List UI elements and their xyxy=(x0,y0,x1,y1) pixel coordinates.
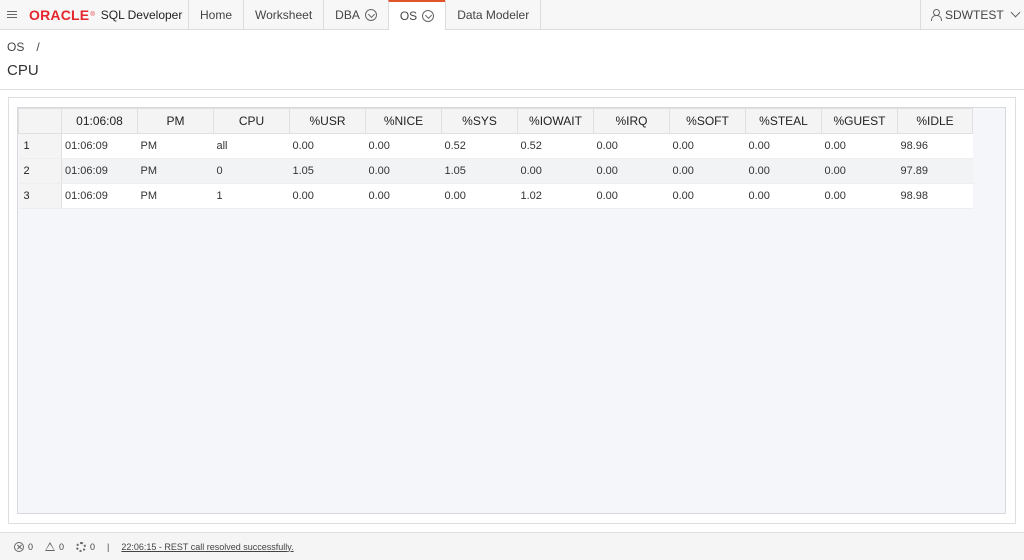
tab-label: DBA xyxy=(335,7,360,22)
chevron-down-circle-icon xyxy=(422,10,435,22)
column-header[interactable]: %IRQ xyxy=(593,108,670,134)
table-cell[interactable]: 0.00 xyxy=(669,133,746,159)
tab-worksheet[interactable]: Worksheet xyxy=(243,0,324,29)
table-cell[interactable]: PM xyxy=(137,133,214,159)
chevron-down-icon xyxy=(1010,7,1021,18)
status-message-link[interactable]: 22:06:15 - REST call resolved successful… xyxy=(121,542,293,552)
tab-data-modeler[interactable]: Data Modeler xyxy=(445,0,542,29)
column-header[interactable]: PM xyxy=(137,108,214,134)
table-cell[interactable]: 0.00 xyxy=(669,183,746,209)
tab-label: OS xyxy=(399,9,418,23)
tab-dba[interactable]: DBA xyxy=(323,0,388,29)
table-cell[interactable]: 0.00 xyxy=(821,183,898,209)
table-cell[interactable]: PM xyxy=(137,158,214,184)
table-cell[interactable]: 0.00 xyxy=(517,158,594,184)
hamburger-menu-icon[interactable] xyxy=(7,11,17,19)
table-cell[interactable]: 0.00 xyxy=(365,158,442,184)
breadcrumb-separator: / xyxy=(36,40,40,54)
table-cell[interactable]: PM xyxy=(137,183,214,209)
column-header[interactable]: %USR xyxy=(289,108,366,134)
brand-name: ORACLE xyxy=(29,7,90,23)
breadcrumb: OS / xyxy=(7,40,40,54)
column-header[interactable]: %IDLE xyxy=(897,108,973,134)
table-cell[interactable]: 0.00 xyxy=(365,133,442,159)
task-count: 0 xyxy=(90,541,96,552)
table-cell[interactable]: 01:06:09 xyxy=(61,158,138,184)
table-cell[interactable]: 0.00 xyxy=(365,183,442,209)
top-navigation-bar: ORACLE ® SQL Developer Home Worksheet DBA… xyxy=(0,0,1024,30)
table-cell[interactable]: 1.05 xyxy=(441,158,518,184)
table-cell[interactable]: all xyxy=(213,133,290,159)
table-row[interactable]: 3 01:06:09 PM 1 0.00 0.00 0.00 1.02 0.00… xyxy=(18,183,973,209)
registered-mark: ® xyxy=(90,12,95,18)
header-row: 01:06:08 PM CPU %USR %NICE %SYS %IOWAIT … xyxy=(18,108,973,134)
tab-label: Data Modeler xyxy=(457,7,530,22)
table-cell[interactable]: 98.98 xyxy=(897,183,973,209)
username: SDWTEST xyxy=(945,7,1004,22)
column-header[interactable]: 01:06:08 xyxy=(61,108,138,134)
tab-os[interactable]: OS xyxy=(387,0,446,30)
tab-label: Home xyxy=(200,7,233,22)
column-header[interactable]: %STEAL xyxy=(745,108,822,134)
oracle-logo[interactable]: ORACLE ® SQL Developer xyxy=(29,6,182,24)
column-header[interactable]: %SOFT xyxy=(669,108,746,134)
table-cell[interactable]: 0.00 xyxy=(593,183,670,209)
table-cell[interactable]: 0.00 xyxy=(745,133,822,159)
table-cell[interactable]: 01:06:09 xyxy=(61,133,138,159)
column-header[interactable]: %IOWAIT xyxy=(517,108,594,134)
table-cell[interactable]: 0.52 xyxy=(517,133,594,159)
table-cell[interactable]: 0.00 xyxy=(289,183,366,209)
row-number: 2 xyxy=(18,158,62,184)
table-cell[interactable]: 1.05 xyxy=(289,158,366,184)
table-cell[interactable]: 01:06:09 xyxy=(61,183,138,209)
table-cell[interactable]: 98.96 xyxy=(897,133,973,159)
table-cell[interactable]: 1.02 xyxy=(517,183,594,209)
column-header[interactable]: CPU xyxy=(213,108,290,134)
gear-icon[interactable] xyxy=(76,541,87,552)
table-cell[interactable]: 0.00 xyxy=(593,133,670,159)
table-cell[interactable]: 0.00 xyxy=(821,158,898,184)
error-icon[interactable] xyxy=(14,541,24,552)
divider xyxy=(0,89,1024,90)
row-number: 1 xyxy=(18,133,62,159)
page-title: CPU xyxy=(7,62,39,79)
status-bar: 0 0 0 | 22:06:15 - REST call resolved su… xyxy=(0,532,1024,560)
table-row[interactable]: 2 01:06:09 PM 0 1.05 0.00 1.05 0.00 0.00… xyxy=(18,158,973,184)
table-cell[interactable]: 0.00 xyxy=(821,133,898,159)
corner-cell xyxy=(18,108,62,134)
table-cell[interactable]: 0.00 xyxy=(593,158,670,184)
column-header[interactable]: %NICE xyxy=(365,108,442,134)
table-cell[interactable]: 1 xyxy=(213,183,290,209)
table-cell[interactable]: 0.00 xyxy=(441,183,518,209)
user-menu[interactable]: SDWTEST xyxy=(920,0,1024,29)
table-cell[interactable]: 0.00 xyxy=(669,158,746,184)
warning-icon[interactable] xyxy=(45,542,56,551)
tab-home[interactable]: Home xyxy=(188,0,244,29)
column-header[interactable]: %GUEST xyxy=(821,108,898,134)
user-icon xyxy=(930,9,942,21)
tab-label: Worksheet xyxy=(255,7,313,22)
warning-count: 0 xyxy=(59,541,65,552)
table-row[interactable]: 1 01:06:09 PM all 0.00 0.00 0.52 0.52 0.… xyxy=(18,133,973,159)
breadcrumb-item-os[interactable]: OS xyxy=(7,40,24,54)
error-count: 0 xyxy=(28,541,34,552)
chevron-down-circle-icon xyxy=(364,8,377,21)
product-name: SQL Developer xyxy=(100,8,183,22)
main-nav-tabs: Home Worksheet DBA OS Data Modeler xyxy=(188,0,542,30)
table-cell[interactable]: 97.89 xyxy=(897,158,973,184)
table-cell[interactable]: 0.00 xyxy=(745,183,822,209)
table-cell[interactable]: 0.00 xyxy=(745,158,822,184)
row-number: 3 xyxy=(18,183,62,209)
cpu-stats-grid: 01:06:08 PM CPU %USR %NICE %SYS %IOWAIT … xyxy=(18,108,973,209)
table-cell[interactable]: 0.52 xyxy=(441,133,518,159)
column-header[interactable]: %SYS xyxy=(441,108,518,134)
status-separator: | xyxy=(107,541,110,552)
table-cell[interactable]: 0 xyxy=(213,158,290,184)
table-cell[interactable]: 0.00 xyxy=(289,133,366,159)
